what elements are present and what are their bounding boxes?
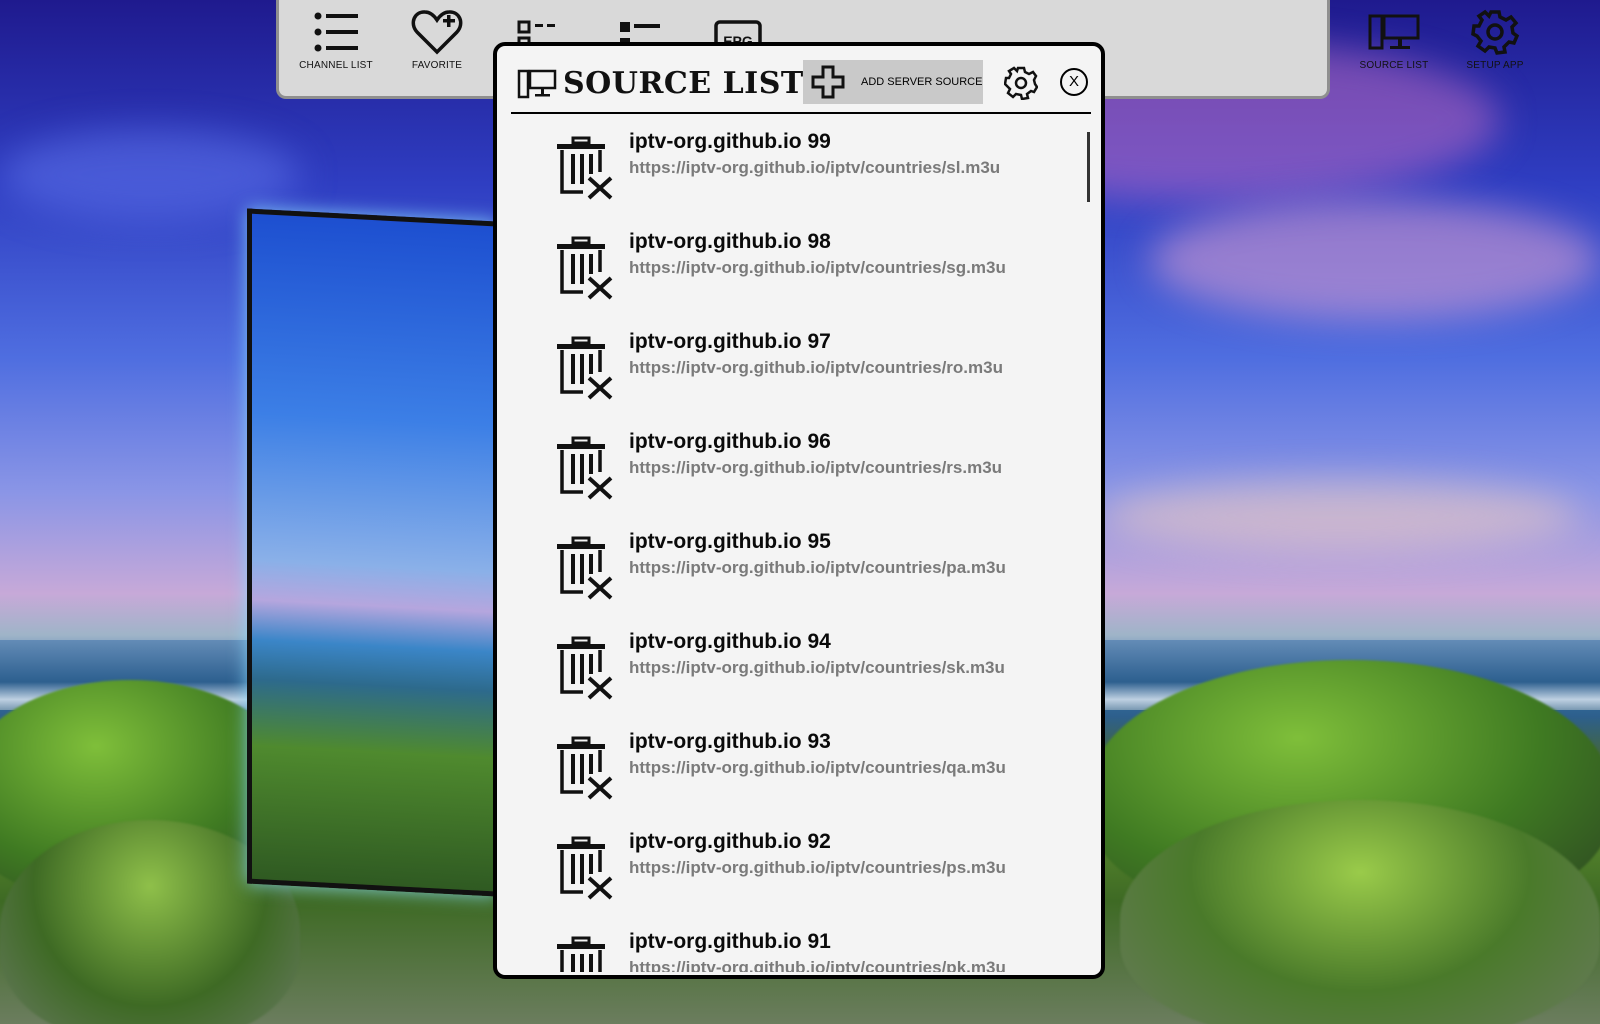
dialog-title: SOURCE LIST — [563, 66, 804, 101]
source-name: iptv-org.github.io 94 — [629, 630, 831, 653]
source-name: iptv-org.github.io 91 — [629, 930, 831, 953]
toolbar-item-channel-list[interactable]: CHANNEL LIST — [291, 8, 381, 71]
source-url: https://iptv-org.github.io/iptv/countrie… — [629, 258, 1006, 277]
list-scrollbar-thumb[interactable] — [1087, 132, 1090, 202]
source-list-item[interactable]: iptv-org.github.io 97 https://iptv-org.gi… — [511, 322, 1091, 422]
toolbar-item-favorite[interactable]: FAVORITE — [392, 8, 482, 71]
source-name: iptv-org.github.io 96 — [629, 430, 831, 453]
delete-trash-icon[interactable] — [553, 736, 615, 800]
source-url: https://iptv-org.github.io/iptv/countrie… — [629, 158, 1001, 177]
settings-gear-icon[interactable] — [1004, 66, 1038, 100]
delete-trash-icon[interactable] — [553, 236, 615, 300]
source-list-dialog: SOURCE LIST ADD SERVER SOURCE X iptv-org… — [493, 42, 1105, 979]
source-list-item[interactable]: iptv-org.github.io 95 https://iptv-org.gi… — [511, 522, 1091, 622]
monitor-icon — [517, 69, 557, 99]
delete-trash-icon[interactable] — [553, 936, 615, 972]
source-name: iptv-org.github.io 95 — [629, 530, 831, 553]
add-server-source-button[interactable]: ADD SERVER SOURCE — [803, 60, 983, 104]
tv-frame-illustration — [247, 208, 497, 897]
cloud — [1100, 480, 1580, 550]
toolbar-item-setup-app[interactable]: SETUP APP — [1450, 8, 1540, 71]
delete-trash-icon[interactable] — [553, 336, 615, 400]
delete-trash-icon[interactable] — [553, 536, 615, 600]
toolbar-label: SETUP APP — [1466, 60, 1524, 71]
source-list-item[interactable]: iptv-org.github.io 94 https://iptv-org.gi… — [511, 622, 1091, 722]
source-url: https://iptv-org.github.io/iptv/countrie… — [629, 958, 1006, 972]
toolbar-label: FAVORITE — [411, 60, 463, 71]
source-url: https://iptv-org.github.io/iptv/countrie… — [629, 358, 1003, 377]
delete-trash-icon[interactable] — [553, 436, 615, 500]
source-list-item[interactable]: iptv-org.github.io 96 https://iptv-org.gi… — [511, 422, 1091, 522]
delete-trash-icon[interactable] — [553, 636, 615, 700]
delete-trash-icon[interactable] — [553, 836, 615, 900]
heart-plus-icon — [411, 10, 463, 55]
source-url: https://iptv-org.github.io/iptv/countrie… — [629, 758, 1006, 777]
source-url: https://iptv-org.github.io/iptv/countrie… — [629, 858, 1006, 877]
source-list-item[interactable]: iptv-org.github.io 98 https://iptv-org.gi… — [511, 222, 1091, 322]
source-name: iptv-org.github.io 99 — [629, 130, 831, 153]
source-name: iptv-org.github.io 93 — [629, 730, 831, 753]
source-name: iptv-org.github.io 97 — [629, 330, 831, 353]
add-server-source-label: ADD SERVER SOURCE — [861, 76, 983, 88]
source-url: https://iptv-org.github.io/iptv/countrie… — [629, 558, 1006, 577]
source-name: iptv-org.github.io 92 — [629, 830, 831, 853]
cloud — [0, 130, 300, 220]
source-name: iptv-org.github.io 98 — [629, 230, 831, 253]
monitor-icon — [1368, 14, 1420, 50]
toolbar-item-source-list[interactable]: SOURCE LIST — [1349, 8, 1439, 71]
source-list-item[interactable]: iptv-org.github.io 99 https://iptv-org.gi… — [511, 122, 1091, 222]
source-list-item[interactable]: iptv-org.github.io 93 https://iptv-org.gi… — [511, 722, 1091, 822]
gear-icon — [1471, 9, 1520, 55]
toolbar-label: CHANNEL LIST — [299, 60, 373, 71]
close-button[interactable]: X — [1060, 68, 1088, 96]
rock — [1120, 800, 1600, 1024]
toolbar-label: SOURCE LIST — [1359, 60, 1429, 71]
source-list: iptv-org.github.io 99 https://iptv-org.gi… — [511, 122, 1091, 972]
dialog-header: SOURCE LIST ADD SERVER SOURCE X — [511, 60, 1091, 114]
source-url: https://iptv-org.github.io/iptv/countrie… — [629, 658, 1005, 677]
list-icon — [314, 12, 358, 52]
source-url: https://iptv-org.github.io/iptv/countrie… — [629, 458, 1003, 477]
cloud — [1150, 200, 1600, 320]
source-list-item[interactable]: iptv-org.github.io 91 https://iptv-org.gi… — [511, 922, 1091, 972]
plus-icon — [811, 65, 845, 99]
delete-trash-icon[interactable] — [553, 136, 615, 200]
source-list-item[interactable]: iptv-org.github.io 92 https://iptv-org.gi… — [511, 822, 1091, 922]
